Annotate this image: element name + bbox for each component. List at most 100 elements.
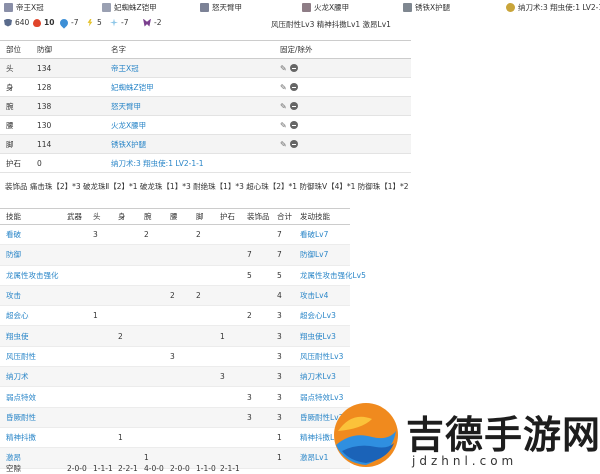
skill-point-cell: 3 [277, 331, 282, 341]
leg-icon [403, 3, 412, 12]
chest-icon [102, 3, 111, 12]
skill-name-link[interactable]: 翔虫使 [6, 326, 29, 345]
watermark-title: 吉德手游网 [406, 413, 600, 457]
table-row: 头 134 帝王X冠 ✎ [0, 59, 411, 78]
active-skill-link[interactable]: 风压耐性Lv3 [300, 347, 343, 366]
equip-slot-label: 火龙X腰甲 [314, 3, 350, 12]
skill-name-link[interactable]: 看破 [6, 225, 21, 244]
pin-icon[interactable]: ✎ [280, 140, 287, 149]
arm-icon [200, 3, 209, 12]
active-skill-link[interactable]: 龙属性攻击强化Lv5 [300, 266, 366, 285]
table-row: 护石 0 纳刀术:3 翔虫使:1 LV2-1-1 [0, 154, 411, 173]
row-tools: ✎ [280, 116, 298, 134]
slot-footer-row: 空隙 2-0-0 1-1-1 2-2-1 4-0-0 2-0-0 1-1-0 2… [0, 463, 350, 474]
stat-value: -7 [121, 18, 129, 27]
table-row: 风压耐性 3 3 风压耐性Lv3 [0, 347, 350, 368]
stat-value: -2 [154, 18, 162, 27]
skill-point-cell: 7 [247, 250, 252, 260]
active-skill-link[interactable]: 防御Lv7 [300, 245, 328, 264]
active-skill-link[interactable]: 翔虫使Lv3 [300, 326, 336, 345]
equip-slot-body[interactable]: 妃蜘蛛Z铠甲 [102, 2, 157, 13]
defense-cell: 128 [37, 82, 52, 92]
active-skill-link[interactable]: 看破Lv7 [300, 225, 328, 244]
defense-cell: 138 [37, 101, 52, 111]
charm-name-link[interactable]: 纳刀术:3 翔虫使:1 LV2-1-1 [111, 154, 204, 172]
col-header: 护石 [220, 212, 235, 221]
table-header: 技能 武器 头 身 腕 腰 脚 护石 装饰品 合计 发动技能 [0, 208, 350, 225]
skill-point-cell: 1 [118, 433, 123, 443]
active-skill-link[interactable]: 超会心Lv3 [300, 306, 336, 325]
table-row: 昏厥耐性 3 3 昏厥耐性Lv3 [0, 407, 350, 428]
part-cell: 腕 [6, 101, 14, 111]
skill-name-link[interactable]: 精神抖擞 [6, 428, 36, 447]
thunder-res-icon [87, 18, 93, 27]
part-cell: 腰 [6, 120, 14, 130]
footer-cell: 1-1-1 [93, 464, 113, 473]
row-tools: ✎ [280, 59, 298, 77]
row-tools: ✎ [280, 97, 298, 115]
equipment-bar: 帝王X冠 妃蜘蛛Z铠甲 怒天臂甲 火龙X腰甲 锈铁X护腿 纳刀术:3 翔虫使:1… [0, 0, 600, 14]
active-skill-link[interactable]: 纳刀术Lv3 [300, 367, 336, 386]
table-row: 超会心 1 2 3 超会心Lv3 [0, 306, 350, 327]
table-row: 腕 138 怒天臂甲 ✎ [0, 97, 411, 116]
exclude-icon[interactable] [289, 102, 298, 110]
row-tools: ✎ [280, 78, 298, 96]
exclude-icon[interactable] [289, 83, 298, 91]
table-row: 弱点特效 3 3 弱点特效Lv3 [0, 387, 350, 408]
armor-name-link[interactable]: 怒天臂甲 [111, 97, 141, 115]
row-tools: ✎ [280, 135, 298, 153]
skill-point-cell: 3 [277, 392, 282, 402]
col-header: 头 [93, 212, 101, 221]
exclude-icon[interactable] [289, 121, 298, 129]
table-row: 脚 114 锈铁X护腿 ✎ [0, 135, 411, 154]
stat-value: 5 [97, 18, 102, 27]
pin-icon[interactable]: ✎ [280, 102, 287, 111]
equip-slot-arm[interactable]: 怒天臂甲 [200, 2, 242, 13]
part-cell: 头 [6, 63, 14, 73]
table-row: 精神抖擞 1 1 精神抖擞Lv1 [0, 428, 350, 449]
equip-slot-waist[interactable]: 火龙X腰甲 [302, 2, 349, 13]
stat-value: 10 [44, 18, 55, 27]
col-header: 固定/除外 [280, 45, 313, 54]
active-skill-link[interactable]: 攻击Lv4 [300, 286, 328, 305]
equip-slot-head[interactable]: 帝王X冠 [4, 2, 44, 13]
armor-name-link[interactable]: 锈铁X护腿 [111, 135, 146, 153]
equip-slot-leg[interactable]: 锈铁X护腿 [403, 2, 450, 13]
equip-slot-label: 锈铁X护腿 [415, 3, 451, 12]
skill-name-link[interactable]: 防御 [6, 245, 21, 264]
skill-name-link[interactable]: 纳刀术 [6, 367, 29, 386]
col-header: 防御 [37, 45, 52, 54]
pin-icon[interactable]: ✎ [280, 64, 287, 73]
skill-name-link[interactable]: 弱点特效 [6, 387, 36, 406]
skill-point-cell: 3 [247, 412, 252, 422]
armor-name-link[interactable]: 火龙X腰甲 [111, 116, 146, 134]
exclude-icon[interactable] [289, 140, 298, 148]
armor-name-link[interactable]: 妃蜘蛛Z铠甲 [111, 78, 154, 96]
skill-point-cell: 2 [118, 331, 123, 341]
active-skill-summary: 风压耐性Lv3 精神抖擞Lv1 激昂Lv1 [271, 20, 391, 29]
col-header: 合计 [277, 212, 292, 221]
skill-name-link[interactable]: 攻击 [6, 286, 21, 305]
skill-point-cell: 3 [220, 372, 225, 382]
ice-res-icon [110, 18, 118, 27]
table-header: 部位 防御 名字 固定/除外 [0, 40, 411, 59]
skill-point-cell: 3 [277, 351, 282, 361]
fire-res-icon [33, 18, 41, 27]
skill-point-cell: 2 [196, 230, 201, 240]
skill-name-link[interactable]: 风压耐性 [6, 347, 36, 366]
col-header: 名字 [111, 45, 126, 54]
stat-dragon-res: -2 [143, 17, 161, 28]
pin-icon[interactable]: ✎ [280, 83, 287, 92]
table-row: 纳刀术 3 3 纳刀术Lv3 [0, 367, 350, 388]
armor-name-link[interactable]: 帝王X冠 [111, 59, 139, 77]
skill-name-link[interactable]: 超会心 [6, 306, 29, 325]
equip-slot-charm[interactable]: 纳刀术:3 翔虫使:1 LV2-1-1 [506, 2, 600, 13]
pin-icon[interactable]: ✎ [280, 121, 287, 130]
skill-point-cell: 3 [277, 372, 282, 382]
exclude-icon[interactable] [289, 64, 298, 72]
helmet-icon [4, 3, 13, 12]
skill-point-cell: 3 [247, 392, 252, 402]
skill-name-link[interactable]: 龙属性攻击强化 [6, 266, 59, 285]
skill-name-link[interactable]: 昏厥耐性 [6, 408, 36, 427]
skill-point-cell: 3 [93, 230, 98, 240]
